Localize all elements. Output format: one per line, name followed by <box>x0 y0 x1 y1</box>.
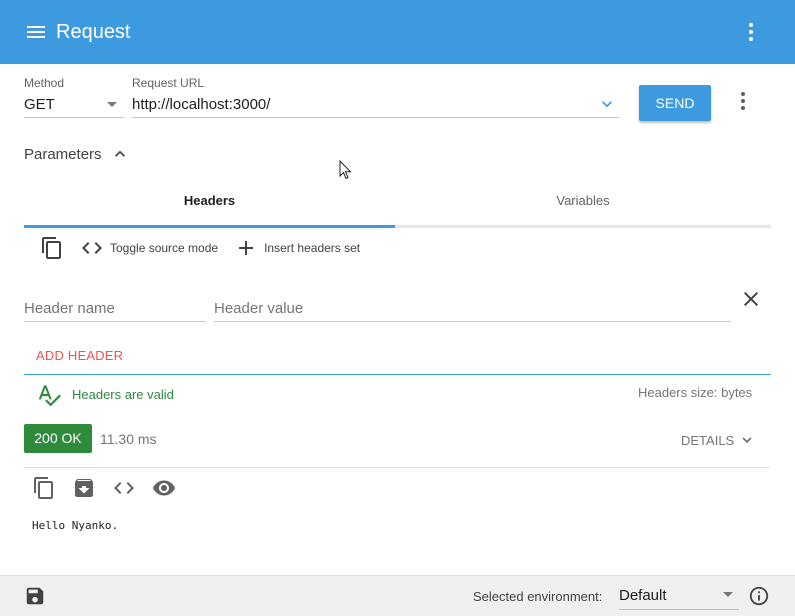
toggle-source-button[interactable]: Toggle source mode <box>80 236 218 260</box>
url-underline <box>132 117 619 118</box>
plus-icon <box>234 236 258 260</box>
close-icon[interactable] <box>739 287 763 311</box>
env-value: Default <box>619 587 667 604</box>
env-label: Selected environment: <box>473 589 603 604</box>
info-icon[interactable] <box>748 585 770 607</box>
app-bar: Request <box>0 0 795 64</box>
url-value: http://localhost:3000/ <box>132 96 271 113</box>
env-underline <box>619 609 739 610</box>
headers-valid-text: Headers are valid <box>72 387 174 402</box>
response-time: 11.30 ms <box>100 431 157 447</box>
header-name-input[interactable] <box>24 296 206 320</box>
header-value-input[interactable] <box>214 296 731 320</box>
toggle-source-label: Toggle source mode <box>110 241 219 255</box>
method-underline <box>24 117 124 118</box>
send-button[interactable]: SEND <box>639 85 711 121</box>
more-vert-icon[interactable] <box>739 20 763 44</box>
cursor-icon <box>339 159 353 180</box>
archive-icon[interactable] <box>72 476 96 500</box>
spellcheck-icon <box>36 382 62 408</box>
tab-variables[interactable]: Variables <box>395 184 771 226</box>
insert-headers-set-label: Insert headers set <box>264 241 361 255</box>
tab-headers[interactable]: Headers <box>24 184 395 226</box>
code-icon <box>80 236 104 260</box>
method-value: GET <box>24 96 55 113</box>
details-label: DETAILS <box>681 432 735 448</box>
tabs: Headers Variables <box>24 184 771 228</box>
copy-response-icon[interactable] <box>32 476 56 500</box>
eye-icon[interactable] <box>152 476 176 500</box>
env-select[interactable]: Default <box>619 582 739 610</box>
parameters-label: Parameters <box>24 145 102 163</box>
chevron-up-icon <box>110 144 130 164</box>
headers-divider <box>24 374 771 375</box>
add-header-button[interactable]: ADD HEADER <box>36 348 123 363</box>
method-select[interactable]: GET <box>24 94 124 118</box>
parameters-toggle[interactable]: Parameters <box>24 144 130 164</box>
app-title: Request <box>56 21 131 43</box>
copy-headers-button[interactable] <box>38 234 66 262</box>
chevron-down-icon <box>738 431 756 449</box>
status-badge: 200 OK <box>24 424 92 453</box>
menu-icon[interactable] <box>24 20 48 44</box>
header-value-underline <box>214 321 731 322</box>
method-dropdown-icon <box>107 102 117 107</box>
bottom-bar: Selected environment: Default <box>0 575 795 616</box>
code-icon[interactable] <box>112 476 136 500</box>
env-dropdown-icon <box>723 592 733 597</box>
copy-icon <box>40 236 64 260</box>
tab-indicator <box>24 225 395 228</box>
url-label: Request URL <box>132 76 205 90</box>
save-icon[interactable] <box>24 585 46 607</box>
header-name-underline <box>24 321 206 322</box>
more-vert-icon[interactable] <box>731 89 755 113</box>
headers-size-text: Headers size: bytes <box>638 385 753 400</box>
response-body: Hello Nyanko. <box>32 519 119 532</box>
response-divider <box>24 467 771 468</box>
details-button[interactable]: DETAILS <box>681 431 756 449</box>
url-input[interactable]: http://localhost:3000/ <box>132 94 619 118</box>
method-label: Method <box>24 76 65 90</box>
insert-headers-set-button[interactable]: Insert headers set <box>234 236 360 260</box>
headers-toolbar: Toggle source mode Insert headers set <box>38 234 360 262</box>
chevron-down-icon[interactable] <box>597 94 617 114</box>
